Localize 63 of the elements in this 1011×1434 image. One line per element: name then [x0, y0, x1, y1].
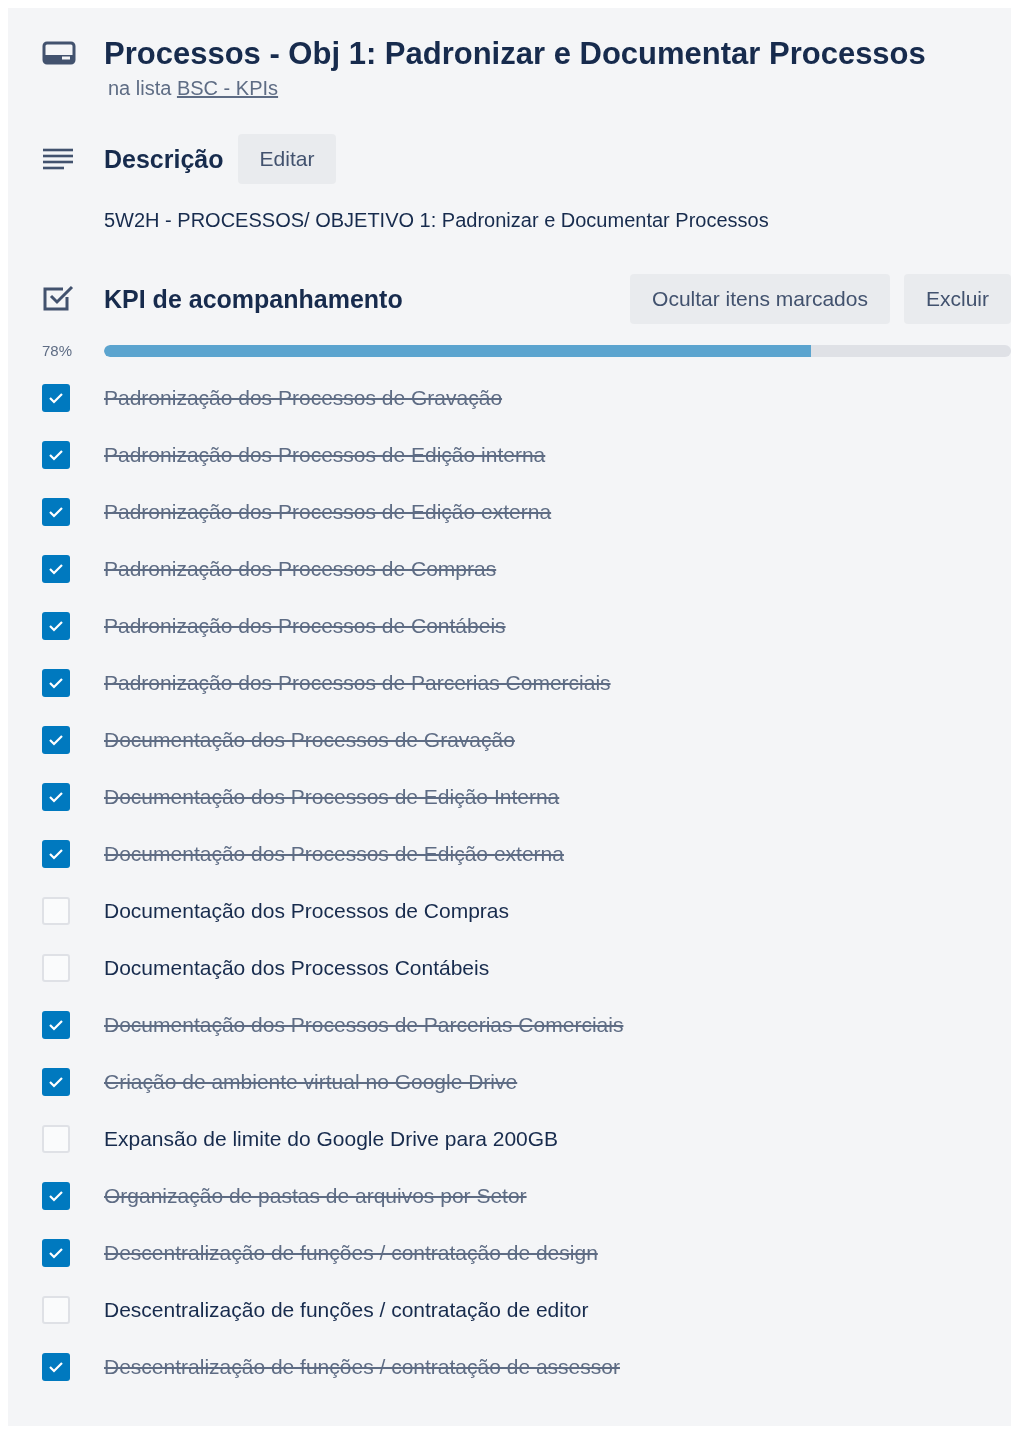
checklist-item[interactable]: Documentação dos Processos de Compras: [104, 897, 1011, 924]
checklist-item[interactable]: Descentralização de funções / contratação de design: [104, 1239, 1011, 1266]
description-icon: [42, 148, 74, 170]
checkmark-icon: [48, 1246, 64, 1259]
checkmark-icon: [48, 733, 64, 746]
checkmark-icon: [48, 1189, 64, 1202]
hide-checked-button[interactable]: Ocultar itens marcados: [630, 274, 890, 324]
checklist-item[interactable]: Padronização dos Processos de Parcerias Comerciais: [104, 669, 1011, 696]
checklist-item[interactable]: Documentação dos Processos Contábeis: [104, 954, 1011, 981]
list-info: na lista BSC - KPIs: [108, 76, 280, 100]
checklist-item[interactable]: Organização de pastas de arquivos por Setor: [104, 1182, 1011, 1209]
checkmark-icon: [48, 847, 64, 860]
delete-button[interactable]: Excluir: [904, 274, 1011, 324]
checkmark-icon: [48, 1018, 64, 1031]
card-title: Processos - Obj 1: Padronizar e Documentar Processos: [104, 36, 927, 72]
card-icon: [42, 41, 76, 67]
checkbox[interactable]: [42, 611, 70, 640]
checkmark-icon: [48, 790, 64, 803]
checklist-item[interactable]: Padronização dos Processos de Contábeis: [104, 612, 1011, 639]
checkmark-icon: [48, 1075, 64, 1088]
checkbox[interactable]: [42, 668, 70, 697]
checklist-item[interactable]: Padronização dos Processos de Compras: [104, 555, 1011, 582]
checkmark-icon: [48, 562, 64, 575]
checkbox[interactable]: [42, 839, 70, 868]
description-text: 5W2H - PROCESSOS/ OBJETIVO 1: Padronizar e Documentar Processos: [104, 208, 770, 232]
checkmark-icon: [48, 505, 64, 518]
checkbox[interactable]: [42, 383, 70, 412]
checklist-item[interactable]: Documentação dos Processos de Parcerias Comerciais: [104, 1011, 1011, 1038]
checkbox[interactable]: [42, 896, 70, 925]
list-link[interactable]: BSC - KPIs: [176, 77, 279, 99]
checklist-item[interactable]: Padronização dos Processos de Edição externa: [104, 498, 1011, 525]
checklist-item[interactable]: Criação de ambiente virtual no Google Drive: [104, 1068, 1011, 1095]
checkbox[interactable]: [42, 497, 70, 526]
checklist-item[interactable]: Documentação dos Processos de Edição externa: [104, 840, 1011, 867]
section-heading: Descrição: [104, 144, 224, 174]
checklist-item[interactable]: Descentralização de funções / contratação de editor: [104, 1296, 1011, 1323]
checklist-icon: [42, 285, 74, 313]
checkmark-icon: [48, 676, 64, 689]
checkbox[interactable]: [42, 1238, 70, 1267]
checkbox[interactable]: [42, 953, 70, 982]
checkbox[interactable]: [42, 782, 70, 811]
checkmark-icon: [48, 448, 64, 461]
checklist-item[interactable]: Padronização dos Processos de Edição interna: [104, 441, 1011, 468]
checkbox[interactable]: [42, 1295, 70, 1324]
checkbox[interactable]: [42, 554, 70, 583]
checkbox[interactable]: [42, 1010, 70, 1039]
checklist-item[interactable]: Documentação dos Processos de Gravação: [104, 726, 1011, 753]
progress-percent: 78%: [42, 342, 74, 359]
checklist-item[interactable]: Descentralização de funções / contratação de assessor: [104, 1353, 1011, 1380]
section-heading: KPI de acompanhamento: [104, 284, 404, 314]
checkbox[interactable]: [42, 1352, 70, 1381]
checkbox[interactable]: [42, 440, 70, 469]
checklist-item[interactable]: Padronização dos Processos de Gravação: [104, 384, 1011, 411]
checkbox[interactable]: [42, 1181, 70, 1210]
checkbox[interactable]: [42, 1067, 70, 1096]
checkbox[interactable]: [42, 1124, 70, 1153]
checkbox[interactable]: [42, 725, 70, 754]
checkmark-icon: [48, 619, 64, 632]
checklist-item[interactable]: Documentação dos Processos de Edição Interna: [104, 783, 1011, 810]
checklist-item[interactable]: Expansão de limite do Google Drive para 200GB: [104, 1125, 1011, 1152]
checkmark-icon: [48, 391, 64, 404]
checkmark-icon: [48, 1360, 64, 1373]
edit-button[interactable]: Editar: [237, 134, 337, 184]
